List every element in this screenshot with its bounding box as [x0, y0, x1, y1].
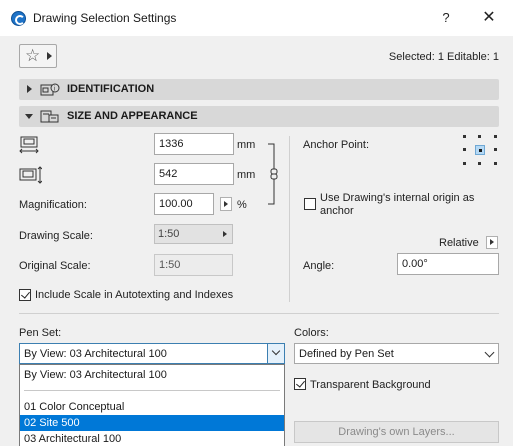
magnification-arrow-button[interactable] [220, 197, 232, 211]
archicad-app-icon [11, 11, 26, 26]
pen-set-dropdown-list: By View: 03 Architectural 100 01 Color C… [19, 364, 285, 446]
section-size-appearance-label: SIZE AND APPEARANCE [67, 110, 198, 122]
angle-input[interactable]: 0.00° [397, 253, 499, 275]
use-origin-label-line2: anchor [320, 205, 354, 217]
pen-set-selected-value: By View: 03 Architectural 100 [24, 348, 167, 360]
magnification-input[interactable]: 100.00 [154, 193, 214, 215]
height-unit: mm [237, 169, 256, 181]
selection-info: Selected: 1 Editable: 1 [388, 51, 499, 63]
section-size-appearance[interactable]: SIZE AND APPEARANCE [19, 106, 499, 127]
favorites-button[interactable]: ☆ [19, 44, 57, 68]
anchor-center-selected[interactable] [475, 145, 485, 155]
colors-dropdown[interactable]: Defined by Pen Set [294, 343, 499, 364]
magnification-label: Magnification: [19, 199, 87, 211]
height-input[interactable]: 542 [154, 163, 234, 185]
section-identification-label: IDENTIFICATION [67, 83, 155, 95]
size-appearance-icon [40, 110, 59, 123]
colors-label: Colors: [294, 327, 329, 339]
anchor-grid-icon[interactable] [463, 135, 497, 165]
transparent-background-label: Transparent Background [310, 379, 431, 391]
pen-set-dropdown[interactable]: By View: 03 Architectural 100 [19, 343, 285, 364]
section-identification[interactable]: i IDENTIFICATION [19, 79, 499, 100]
anchor-point-label: Anchor Point: [303, 139, 370, 151]
anchor-bottom-left[interactable] [463, 162, 466, 165]
anchor-bottom-center[interactable] [478, 162, 481, 165]
include-scale-checkbox[interactable] [19, 289, 31, 301]
dropdown-separator [24, 390, 280, 391]
anchor-middle-right[interactable] [494, 148, 497, 151]
relative-label: Relative [439, 237, 479, 249]
column-divider [289, 136, 290, 302]
collapse-arrow-icon [25, 114, 33, 119]
drawing-scale-popup[interactable]: 1:50 [154, 224, 233, 244]
height-dimension-icon [19, 166, 42, 184]
drawing-own-layers-button: Drawing's own Layers... [294, 421, 499, 443]
anchor-top-center[interactable] [478, 135, 481, 138]
drawing-scale-label: Drawing Scale: [19, 230, 93, 242]
width-input[interactable]: 1336 [154, 133, 234, 155]
star-icon: ☆ [25, 46, 41, 65]
dropdown-option[interactable]: 03 Architectural 100 [20, 431, 284, 446]
anchor-top-right[interactable] [494, 135, 497, 138]
favorites-arrow-icon [47, 52, 52, 60]
width-dimension-icon [19, 136, 39, 154]
pen-set-label: Pen Set: [19, 327, 62, 339]
expand-arrow-icon [27, 85, 32, 93]
transparent-background-checkbox[interactable] [294, 378, 306, 390]
width-unit: mm [237, 139, 256, 151]
magnification-unit: % [237, 199, 247, 211]
title-bar: Drawing Selection Settings ? ✕ [0, 0, 513, 36]
original-scale-label: Original Scale: [19, 260, 91, 272]
angle-label: Angle: [303, 260, 335, 272]
chevron-down-icon [484, 347, 495, 358]
window-title: Drawing Selection Settings [33, 11, 177, 25]
chevron-down-icon[interactable] [267, 344, 284, 363]
include-scale-label: Include Scale in Autotexting and Indexes [35, 289, 234, 301]
dropdown-option[interactable]: By View: 03 Architectural 100 [20, 367, 284, 383]
chain-link-icon[interactable] [264, 143, 282, 205]
close-button[interactable]: ✕ [478, 8, 500, 28]
relative-arrow-button[interactable] [486, 236, 498, 249]
use-origin-checkbox[interactable] [304, 198, 316, 210]
colors-selected-value: Defined by Pen Set [299, 348, 394, 360]
popup-arrow-icon [223, 231, 227, 237]
anchor-top-left[interactable] [463, 135, 466, 138]
dropdown-option[interactable]: 01 Color Conceptual [20, 399, 284, 415]
help-button[interactable]: ? [435, 8, 457, 28]
anchor-bottom-right[interactable] [494, 162, 497, 165]
drawing-scale-value: 1:50 [158, 228, 180, 240]
original-scale-field: 1:50 [154, 254, 233, 276]
dropdown-option-highlighted[interactable]: 02 Site 500 [20, 415, 284, 431]
use-origin-label-line1: Use Drawing's internal origin as [320, 192, 475, 204]
id-tag-icon: i [40, 83, 60, 96]
section-divider [19, 313, 499, 314]
anchor-middle-left[interactable] [463, 148, 466, 151]
